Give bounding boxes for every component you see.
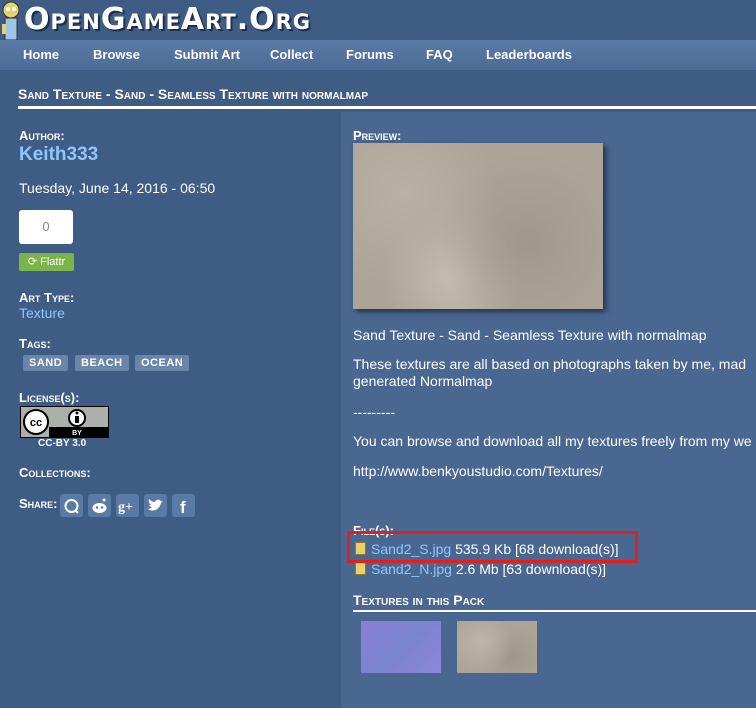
svg-text:f: f [180, 498, 186, 517]
digg-icon[interactable] [88, 494, 111, 517]
main-nav: Home Browse Submit Art Collect Forums FA… [0, 40, 756, 70]
description-line-2: generated Normalmap [353, 373, 493, 389]
preview-image[interactable] [353, 143, 603, 309]
preview-label: Preview: [353, 128, 402, 143]
cc-license-badge[interactable]: cc BY [20, 406, 109, 438]
nav-collect[interactable]: Collect [270, 40, 313, 70]
website-link[interactable]: http://www.benkyoustudio.com/Textures/ [353, 463, 603, 479]
author-link[interactable]: Keith333 [19, 144, 98, 166]
nav-home[interactable]: Home [23, 40, 59, 70]
svg-text:g+: g+ [118, 500, 133, 515]
site-logo[interactable]: OpenGameArt.Org [24, 0, 311, 40]
tags-label: Tags: [19, 336, 51, 351]
nav-leaderboards[interactable]: Leaderboards [486, 40, 572, 70]
art-type-link[interactable]: Texture [19, 305, 65, 321]
pack-thumb-sand[interactable] [457, 621, 537, 673]
file-meta: 2.6 Mb [63 download(s)] [455, 561, 607, 577]
twitter-icon[interactable] [144, 494, 167, 517]
file-row: Sand2_N.jpg 2.6 Mb [63 download(s)] [355, 561, 606, 577]
art-type-label: Art Type: [19, 290, 75, 305]
tag-ocean[interactable]: OCEAN [135, 355, 190, 371]
share-label: Share: [19, 496, 58, 511]
description-browse: You can browse and download all my textu… [353, 433, 752, 449]
post-date: Tuesday, June 14, 2016 - 06:50 [19, 180, 216, 196]
pack-section-title: Textures in this Pack [353, 592, 756, 612]
description-line-1: These textures are all based on photogra… [353, 356, 747, 372]
tag-beach[interactable]: BEACH [75, 355, 129, 371]
google-plus-icon[interactable]: g+ [116, 494, 139, 517]
collections-label: Collections: [19, 465, 91, 480]
file-link-sand2-n[interactable]: Sand2_N.jpg [371, 561, 452, 577]
nav-browse[interactable]: Browse [93, 40, 140, 70]
site-header: OpenGameArt.Org [0, 0, 756, 41]
license-label: License(s): [19, 390, 80, 405]
flattr-button[interactable]: ⟳ Flattr [19, 253, 74, 271]
separator-text: --------- [353, 404, 395, 420]
description-title: Sand Texture - Sand - Seamless Texture w… [353, 327, 707, 343]
pack-thumb-normalmap[interactable] [361, 621, 441, 673]
flattr-count: 0 [19, 210, 73, 244]
nav-forums[interactable]: Forums [346, 40, 394, 70]
license-name: CC-BY 3.0 [38, 438, 87, 449]
nav-faq[interactable]: FAQ [426, 40, 453, 70]
tag-sand[interactable]: SAND [23, 355, 69, 371]
svg-text:cc: cc [30, 417, 42, 429]
facebook-icon[interactable]: f [172, 494, 195, 517]
page-title-bar: Sand Texture - Sand - Seamless Texture w… [18, 84, 756, 109]
flattr-icon: ⟳ [27, 256, 38, 268]
reddit-icon[interactable] [60, 494, 83, 517]
flattr-label: Flattr [40, 256, 66, 268]
highlight-box [347, 531, 638, 563]
nav-submit-art[interactable]: Submit Art [174, 40, 240, 70]
image-file-icon [355, 562, 366, 575]
page-title: Sand Texture - Sand - Seamless Texture w… [18, 86, 369, 102]
author-label: Author: [19, 128, 65, 143]
svg-text:BY: BY [72, 430, 82, 437]
cc-by-icon: cc BY [21, 407, 108, 437]
